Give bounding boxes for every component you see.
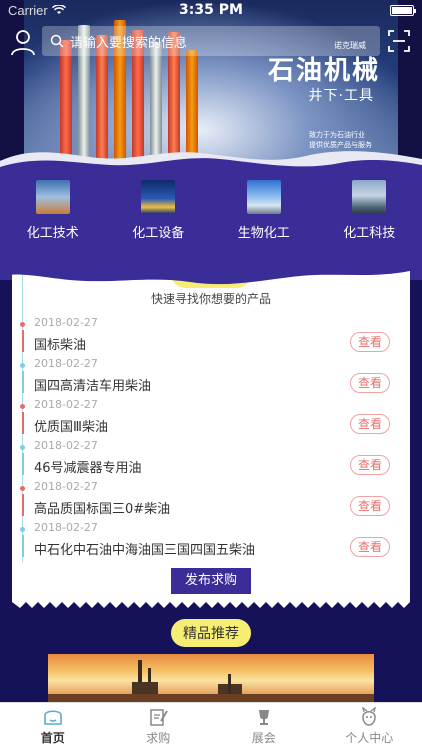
refinery-image bbox=[246, 180, 281, 214]
tab-label: 展会 bbox=[251, 731, 276, 745]
person-icon bbox=[362, 707, 377, 726]
purchase-date: 2018-02-27 bbox=[34, 398, 98, 411]
top-bar: 请输入要搜索的信息 bbox=[0, 24, 422, 60]
category-label: 化工设备 bbox=[132, 226, 185, 241]
card-zigzag-edge bbox=[12, 598, 410, 608]
search-bar[interactable]: 请输入要搜索的信息 bbox=[42, 26, 380, 56]
view-button[interactable]: 查看 bbox=[350, 332, 390, 352]
purchase-date: 2018-02-27 bbox=[34, 439, 98, 452]
purchase-item[interactable]: 2018-02-27 国标柴油 查看 bbox=[12, 316, 410, 356]
purchase-name: 国标柴油 bbox=[34, 338, 87, 353]
clock: 3:35 PM bbox=[179, 2, 243, 18]
tab-bar: 首页 求购 展会 个人中心 bbox=[0, 702, 422, 750]
status-bar: Carrier 3:35 PM bbox=[0, 0, 422, 20]
timeline-bar bbox=[22, 412, 24, 434]
purchase-name: 46号减震器专用油 bbox=[34, 461, 142, 476]
trophy-icon bbox=[258, 710, 269, 725]
purchase-item[interactable]: 2018-02-27 46号减震器专用油 查看 bbox=[12, 439, 410, 479]
view-button[interactable]: 查看 bbox=[350, 373, 390, 393]
search-icon bbox=[50, 34, 64, 48]
refinery-silhouette bbox=[48, 660, 374, 702]
recommend-heading: 精品推荐 bbox=[171, 619, 251, 647]
night-plant-image bbox=[141, 180, 176, 214]
recommend-image[interactable] bbox=[48, 654, 374, 702]
timeline-dot bbox=[20, 527, 25, 532]
timeline-bar bbox=[22, 535, 24, 557]
purchase-item[interactable]: 2018-02-27 国四高清洁车用柴油 查看 bbox=[12, 357, 410, 397]
category-label: 化工科技 bbox=[343, 226, 396, 241]
edit-icon bbox=[150, 709, 169, 726]
wave-divider-bottom bbox=[0, 258, 422, 285]
purchase-name: 高品质国标国三0#柴油 bbox=[34, 502, 171, 517]
slogan-line-1: 致力于为石油行业 bbox=[309, 131, 365, 139]
banner-subtitle: 井下·工具 bbox=[308, 88, 374, 104]
timeline-bar bbox=[22, 330, 24, 352]
category-item-biochemical[interactable]: 生物化工 bbox=[219, 180, 309, 241]
scan-icon[interactable] bbox=[388, 30, 410, 52]
battery-icon bbox=[390, 4, 416, 16]
user-icon[interactable] bbox=[10, 28, 36, 56]
purchase-date: 2018-02-27 bbox=[34, 316, 98, 329]
publish-purchase-button[interactable]: 发布求购 bbox=[171, 568, 251, 594]
view-button[interactable]: 查看 bbox=[350, 455, 390, 475]
timeline-dot bbox=[20, 486, 25, 491]
purchase-item[interactable]: 2018-02-27 中石化中石油中海油国三国四国五柴油 查看 bbox=[12, 521, 410, 561]
purchase-item[interactable]: 2018-02-27 优质国Ⅲ柴油 查看 bbox=[12, 398, 410, 438]
tab-label: 求购 bbox=[146, 731, 171, 745]
latest-subtitle: 快速寻找你想要的产品 bbox=[150, 292, 271, 306]
timeline-dot bbox=[20, 363, 25, 368]
category-item-chemical-tech[interactable]: 化工技术 bbox=[8, 180, 98, 241]
purchase-name: 优质国Ⅲ柴油 bbox=[34, 420, 108, 435]
view-button[interactable]: 查看 bbox=[350, 496, 390, 516]
purchase-date: 2018-02-27 bbox=[34, 480, 98, 493]
category-label: 化工技术 bbox=[26, 226, 79, 241]
tab-label: 个人中心 bbox=[345, 731, 394, 745]
home-icon bbox=[43, 710, 62, 725]
tab-profile[interactable]: 个人中心 bbox=[317, 703, 422, 750]
category-item-chemical-equipment[interactable]: 化工设备 bbox=[113, 180, 203, 241]
timeline-dot bbox=[20, 445, 25, 450]
timeline-dot bbox=[20, 404, 25, 409]
purchase-date: 2018-02-27 bbox=[34, 521, 98, 534]
category-item-chemical-science[interactable]: 化工科技 bbox=[324, 180, 414, 241]
view-button[interactable]: 查看 bbox=[350, 414, 390, 434]
chemical-plant-image bbox=[35, 180, 70, 214]
purchase-item[interactable]: 2018-02-27 高品质国标国三0#柴油 查看 bbox=[12, 480, 410, 520]
purchase-name: 中石化中石油中海油国三国四国五柴油 bbox=[34, 543, 256, 558]
timeline-bar bbox=[22, 494, 24, 516]
purchase-date: 2018-02-27 bbox=[34, 357, 98, 370]
category-row: 化工技术 化工设备 生物化工 化工科技 bbox=[0, 180, 422, 241]
purchase-name: 国四高清洁车用柴油 bbox=[34, 379, 152, 394]
wave-divider bbox=[0, 151, 422, 183]
timeline-bar bbox=[22, 371, 24, 393]
tab-home[interactable]: 首页 bbox=[0, 703, 106, 750]
industrial-tower-image bbox=[352, 180, 387, 214]
view-button[interactable]: 查看 bbox=[350, 537, 390, 557]
tab-exhibition[interactable]: 展会 bbox=[211, 703, 317, 750]
tab-purchase[interactable]: 求购 bbox=[106, 703, 212, 750]
timeline-bar bbox=[22, 453, 24, 475]
category-label: 生物化工 bbox=[237, 226, 290, 241]
search-placeholder: 请输入要搜索的信息 bbox=[70, 35, 188, 51]
latest-purchases-card: 最新求购 快速寻找你想要的产品 2018-02-27 国标柴油 查看 2018-… bbox=[12, 260, 410, 602]
tab-label: 首页 bbox=[40, 731, 65, 745]
timeline-dot bbox=[20, 322, 25, 327]
